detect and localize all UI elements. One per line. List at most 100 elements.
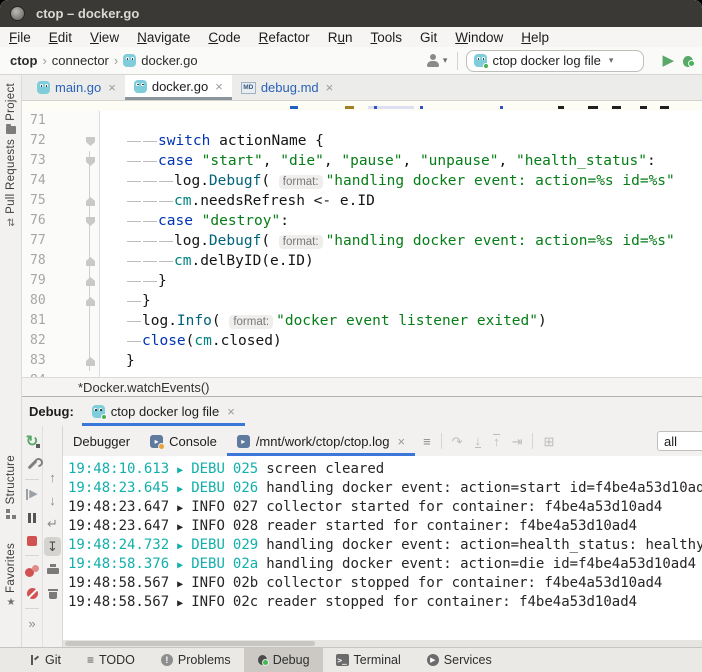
tab-whitespace-icon: [159, 201, 173, 202]
log-horizontal-scrollbar[interactable]: [63, 640, 702, 647]
statusbar-services[interactable]: ▶ Services: [414, 648, 505, 672]
code-fragment: [420, 106, 423, 109]
close-icon[interactable]: ×: [108, 80, 116, 95]
parameter-hint: format:: [229, 315, 273, 329]
log-sequence: 02a: [233, 556, 258, 572]
menu-git[interactable]: Git: [411, 30, 446, 45]
run-button[interactable]: ▶: [662, 53, 674, 68]
debug-session-tab[interactable]: ctop docker log file ×: [82, 397, 245, 426]
close-icon[interactable]: ×: [326, 80, 334, 95]
menu-tools[interactable]: Tools: [361, 30, 411, 45]
code-token: :: [647, 153, 656, 169]
fold-column: [78, 271, 100, 291]
statusbar-git[interactable]: Git: [16, 648, 74, 672]
sidebar-item-structure[interactable]: Structure: [0, 455, 22, 519]
clear-all-button[interactable]: [44, 583, 61, 602]
menu-edit[interactable]: Edit: [40, 30, 81, 45]
statusbar-debug[interactable]: Debug: [244, 648, 323, 672]
print-button[interactable]: [44, 560, 61, 579]
sidebar-item-pull-requests[interactable]: Pull Requests ⇅: [0, 139, 22, 229]
next-occurrence-button[interactable]: ↓: [44, 491, 61, 510]
statusbar-label: Problems: [178, 653, 231, 667]
fold-marker-icon[interactable]: [86, 157, 95, 166]
fold-marker-icon[interactable]: [86, 137, 95, 146]
tab-docker-go[interactable]: docker.go ×: [125, 75, 232, 100]
debug-run-button[interactable]: [682, 54, 694, 67]
line-number: 79: [22, 271, 78, 291]
menu-file[interactable]: File: [0, 30, 40, 45]
fold-marker-icon[interactable]: [86, 297, 95, 306]
fold-marker-icon[interactable]: [86, 197, 95, 206]
step-over-icon[interactable]: ↷: [452, 435, 463, 448]
toolbar-divider: [25, 479, 39, 480]
breadcrumb-project[interactable]: ctop: [10, 53, 37, 68]
statusbar-todo[interactable]: ≡ TODO: [74, 648, 148, 672]
code-line: 80}: [22, 291, 702, 311]
run-to-cursor-icon[interactable]: ⇥: [512, 435, 523, 448]
code-token: close: [142, 333, 186, 349]
pause-button[interactable]: [24, 508, 41, 527]
statusbar-terminal[interactable]: >_ Terminal: [323, 648, 414, 672]
sidebar-item-favorites[interactable]: Favorites ★: [0, 543, 22, 608]
window-button-icon[interactable]: [10, 6, 25, 21]
resume-button[interactable]: ▶: [24, 485, 41, 504]
tab-whitespace-icon: [127, 241, 141, 242]
tab-main-go[interactable]: main.go ×: [28, 75, 125, 100]
menu-refactor[interactable]: Refactor: [250, 30, 319, 45]
log-level: DEBU: [191, 556, 225, 572]
fold-column: [78, 191, 100, 211]
soft-wrap-button[interactable]: ↵: [44, 514, 61, 533]
code-token: ,: [263, 153, 280, 169]
view-breakpoints-button[interactable]: [24, 561, 41, 580]
tab-debugger[interactable]: Debugger: [63, 426, 140, 456]
log-console[interactable]: 19:48:10.613▶DEBU025screen cleared19:48:…: [63, 456, 702, 647]
menu-window[interactable]: Window: [446, 30, 512, 45]
fold-marker-icon[interactable]: [86, 217, 95, 226]
breadcrumb-file[interactable]: docker.go: [141, 53, 197, 68]
rerun-button[interactable]: ↻: [24, 432, 41, 451]
fold-marker-icon[interactable]: [86, 277, 95, 286]
sidebar-item-project[interactable]: Project: [0, 83, 22, 134]
debug-bug-icon: [257, 654, 268, 666]
hamburger-menu-icon[interactable]: ≡: [423, 435, 431, 448]
close-icon[interactable]: ×: [397, 434, 405, 449]
log-message: reader started for container: f4be4a53d1…: [266, 518, 637, 534]
code-line: 72switch actionName {: [22, 131, 702, 151]
log-timestamp: 19:48:10.613: [68, 461, 169, 477]
step-out-icon[interactable]: ↑: [493, 434, 500, 448]
breadcrumb-package[interactable]: connector: [52, 53, 109, 68]
run-configuration-select[interactable]: ctop docker log file ▾: [466, 50, 644, 72]
mute-breakpoints-button[interactable]: [24, 584, 41, 603]
line-number: 71: [22, 111, 78, 131]
menu-navigate[interactable]: Navigate: [128, 30, 199, 45]
menu-help[interactable]: Help: [512, 30, 558, 45]
menu-view[interactable]: View: [81, 30, 128, 45]
context-method[interactable]: *Docker.watchEvents(): [78, 380, 210, 395]
fold-marker-icon[interactable]: [86, 257, 95, 266]
evaluate-grid-icon[interactable]: ⊞: [543, 435, 554, 448]
scroll-to-end-button[interactable]: ↧: [44, 537, 61, 556]
tab-debug-md[interactable]: MD debug.md ×: [232, 75, 342, 100]
statusbar-problems[interactable]: ! Problems: [148, 648, 244, 672]
stop-button[interactable]: [24, 531, 41, 550]
log-level-filter-select[interactable]: all: [657, 431, 702, 451]
line-number: 81: [22, 311, 78, 331]
settings-wrench-icon[interactable]: [24, 455, 41, 474]
close-icon[interactable]: ×: [227, 404, 235, 419]
more-actions-button[interactable]: »: [24, 614, 41, 633]
scrollbar-thumb[interactable]: [65, 641, 315, 646]
fold-marker-icon[interactable]: [86, 357, 95, 366]
menu-run[interactable]: Run: [319, 30, 362, 45]
step-into-icon[interactable]: ↓: [475, 434, 482, 448]
close-icon[interactable]: ×: [215, 79, 223, 94]
code-editor[interactable]: 7172switch actionName {73case "start", "…: [22, 101, 702, 377]
code-token: ,: [499, 153, 516, 169]
menu-code[interactable]: Code: [199, 30, 249, 45]
line-number: 76: [22, 211, 78, 231]
prev-occurrence-button[interactable]: ↑: [44, 468, 61, 487]
code-token: actionName {: [210, 133, 324, 149]
user-avatar-icon[interactable]: [426, 54, 441, 68]
tab-console[interactable]: ▸ Console: [140, 426, 227, 456]
tab-log-file[interactable]: ▸ /mnt/work/ctop/ctop.log ×: [227, 426, 415, 456]
code-text: log.Debugf( format:"handling docker even…: [100, 171, 675, 191]
